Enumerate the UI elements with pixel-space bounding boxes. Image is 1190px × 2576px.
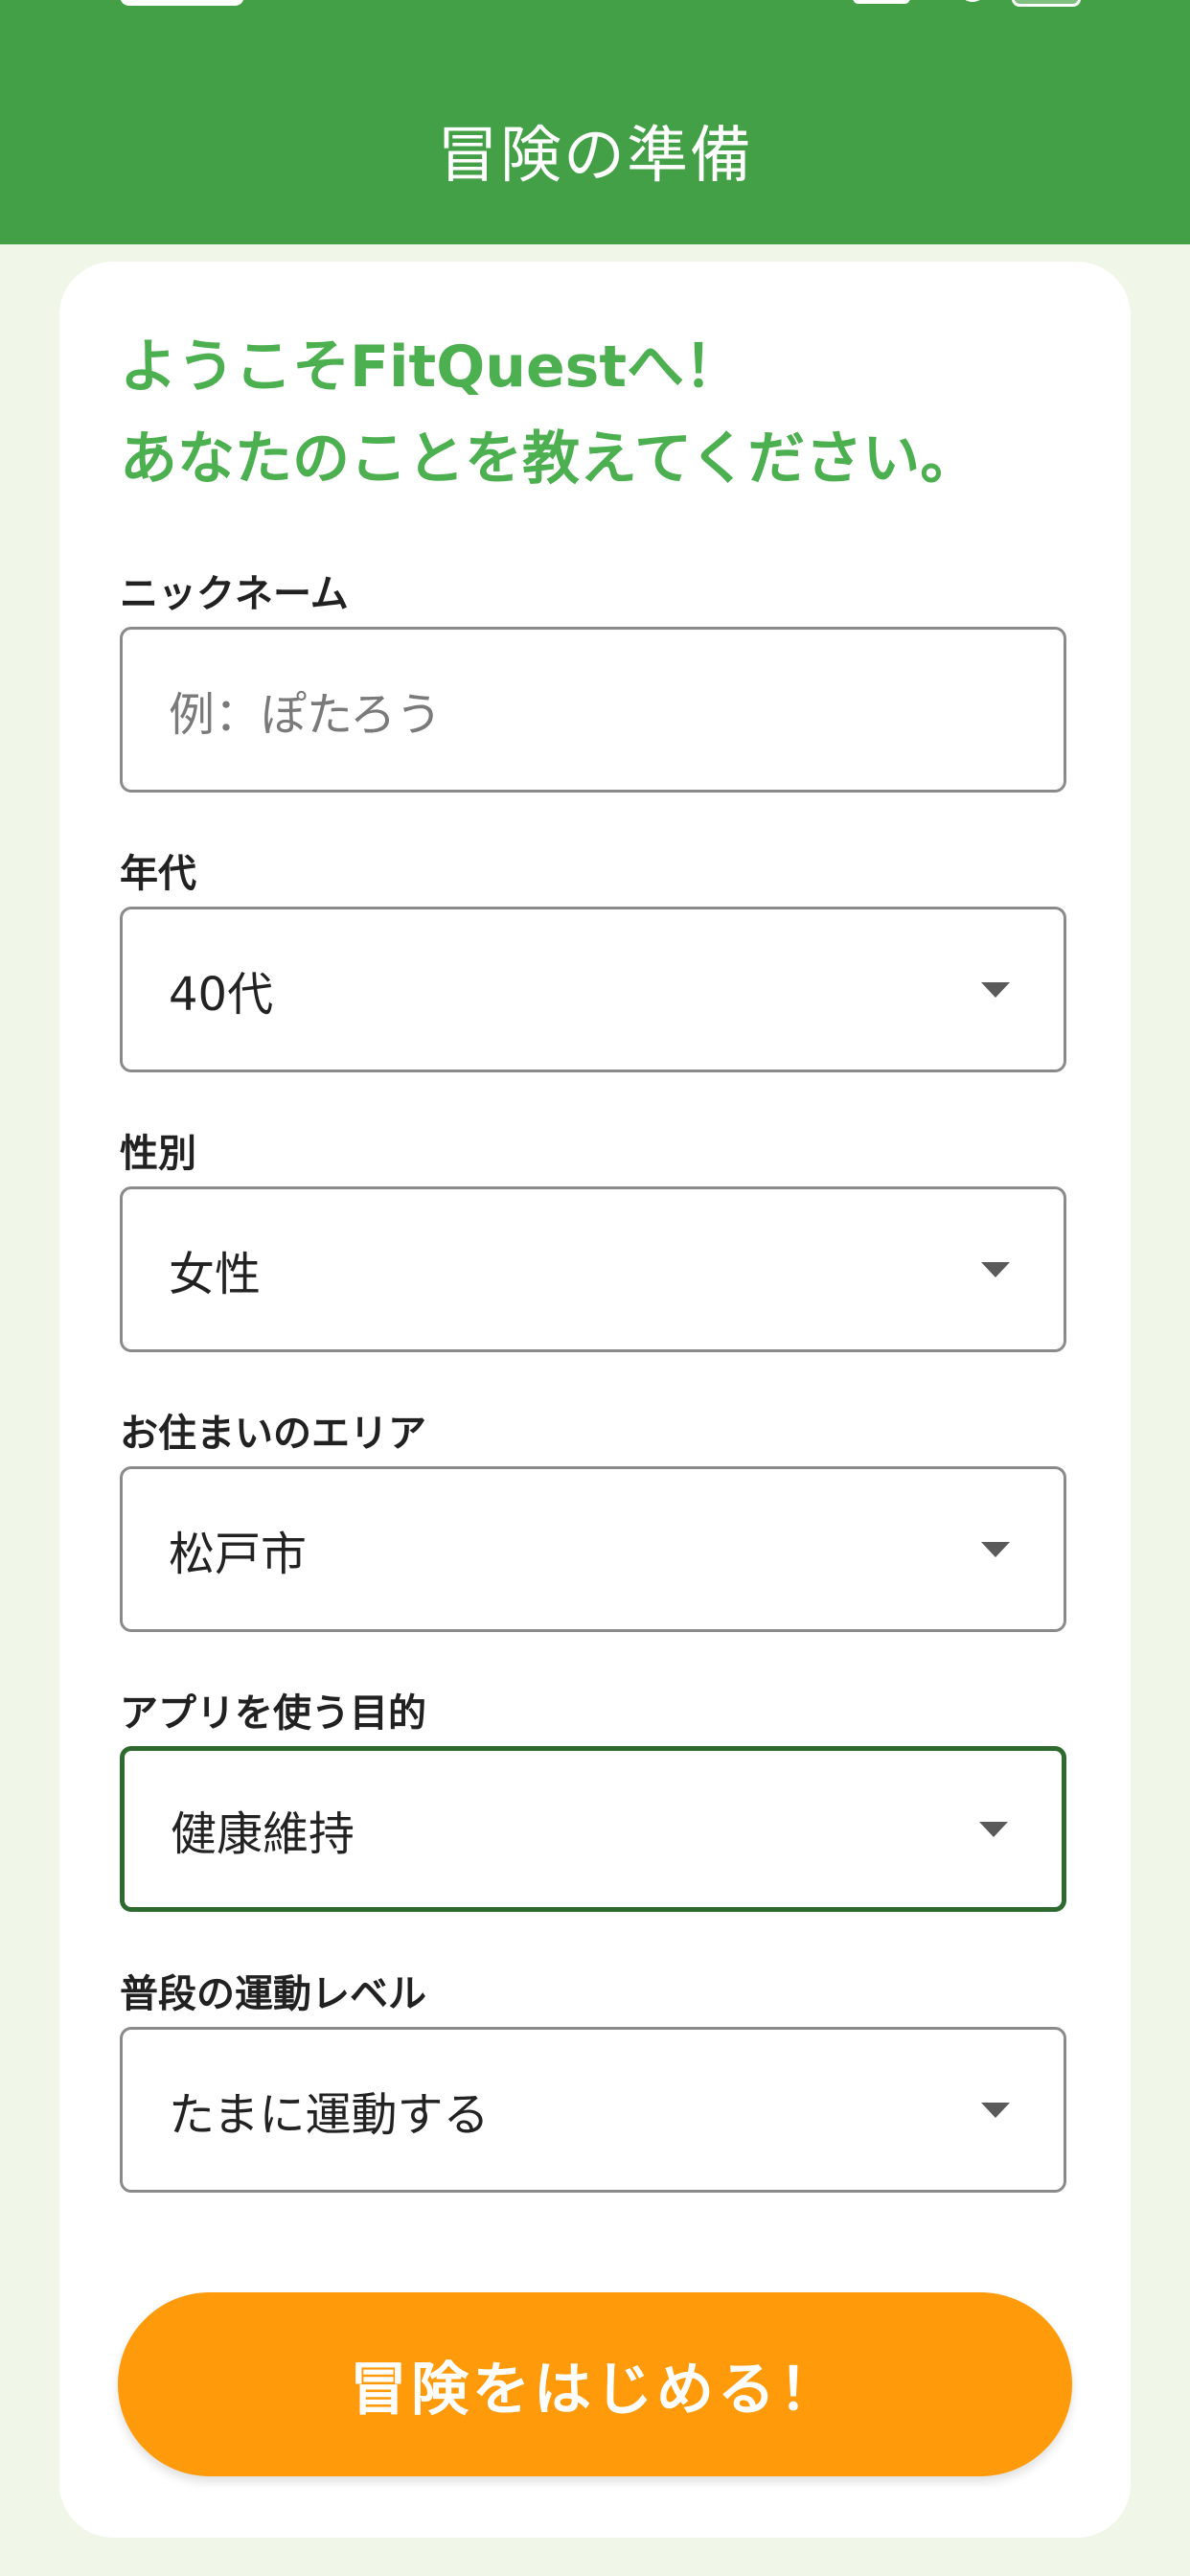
purpose-value: 健康維持 (171, 1806, 355, 1861)
area-value: 松戸市 (169, 1527, 308, 1581)
signal-icon (853, 0, 910, 4)
gender-select[interactable]: 女性 (120, 1186, 1066, 1352)
age-select[interactable]: 40代 (120, 907, 1066, 1072)
wifi-icon (958, 0, 987, 2)
gender-label: 性別 (120, 1132, 196, 1176)
age-label: 年代 (120, 852, 196, 896)
nickname-placeholder: 例：ぽたろう (169, 687, 443, 742)
app-header: 冒険の準備 (0, 0, 1190, 244)
dropdown-arrow-icon (981, 1541, 1010, 1557)
start-adventure-button[interactable]: 冒険をはじめる！ (118, 2292, 1072, 2476)
dropdown-arrow-icon (981, 2102, 1010, 2118)
area-select[interactable]: 松戸市 (120, 1466, 1066, 1632)
welcome-line-2: あなたのことを教えてください。 (120, 426, 978, 493)
gender-value: 女性 (169, 1247, 262, 1301)
area-label: お住まいのエリア (120, 1412, 426, 1456)
activity-value: たまに運動する (169, 2087, 490, 2142)
welcome-line-1: ようこそFitQuestへ！ (120, 334, 743, 401)
battery-icon (1012, 0, 1081, 7)
nickname-label: ニックネーム (120, 572, 349, 616)
nickname-input[interactable]: 例：ぽたろう (120, 627, 1066, 793)
welcome-message: ようこそFitQuestへ！ あなたのことを教えてください。 (120, 321, 1078, 505)
dropdown-arrow-icon (981, 981, 1010, 998)
activity-label: 普段の運動レベル (120, 1972, 426, 2016)
dropdown-arrow-icon (979, 1821, 1008, 1837)
age-value: 40代 (169, 967, 274, 1022)
purpose-select[interactable]: 健康維持 (120, 1746, 1066, 1912)
page-title: 冒険の準備 (437, 121, 753, 192)
activity-select[interactable]: たまに運動する (120, 2027, 1066, 2193)
status-bar-time (120, 0, 244, 6)
dropdown-arrow-icon (981, 1261, 1010, 1277)
purpose-label: アプリを使う目的 (120, 1691, 426, 1736)
